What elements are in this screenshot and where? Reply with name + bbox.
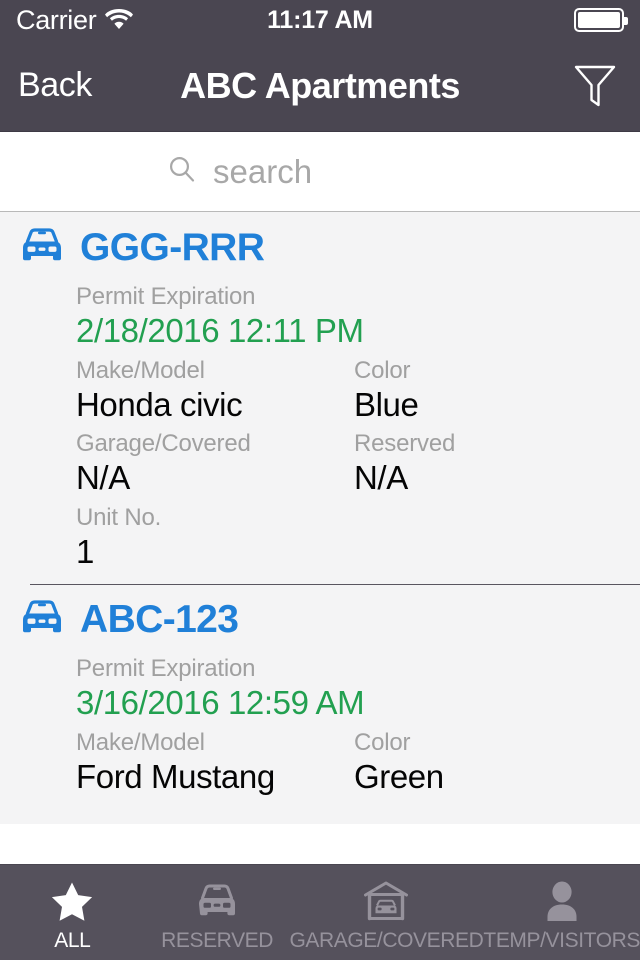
vehicle-fields: Permit Expiration 2/18/2016 12:11 PM Mak… bbox=[0, 282, 640, 576]
search-input[interactable] bbox=[213, 152, 473, 191]
license-plate: GGG-RRR bbox=[80, 226, 265, 269]
garage-covered-field: Garage/Covered N/A bbox=[76, 429, 354, 503]
status-bar: Carrier 11:17 AM bbox=[0, 0, 640, 40]
search-bar[interactable] bbox=[0, 132, 640, 212]
page-title: ABC Apartments bbox=[180, 64, 460, 106]
make-color-row: Make/Model Ford Mustang Color Green bbox=[76, 728, 640, 802]
car-front-icon bbox=[18, 599, 66, 642]
vehicle-fields: Permit Expiration 3/16/2016 12:59 AM Mak… bbox=[0, 654, 640, 801]
color-field: Color Green bbox=[354, 728, 632, 802]
permit-expiration-value: 3/16/2016 12:59 AM bbox=[76, 684, 365, 722]
color-field: Color Blue bbox=[354, 356, 632, 430]
carrier-label: Carrier bbox=[16, 4, 97, 35]
color-value: Blue bbox=[354, 385, 419, 423]
back-button[interactable]: Back bbox=[18, 66, 92, 105]
make-model-field: Make/Model Honda civic bbox=[76, 356, 354, 430]
color-label: Color bbox=[354, 728, 411, 756]
unit-no-label: Unit No. bbox=[76, 503, 162, 531]
status-bar-left: Carrier bbox=[16, 5, 134, 36]
garage-icon bbox=[364, 879, 409, 923]
reserved-label: Reserved bbox=[354, 430, 456, 458]
vehicle-card-header: GGG-RRR bbox=[0, 226, 640, 270]
vehicle-card-header: ABC-123 bbox=[0, 598, 640, 642]
star-icon bbox=[51, 879, 93, 923]
status-bar-right bbox=[574, 8, 628, 32]
reserved-field: Reserved N/A bbox=[354, 429, 632, 503]
person-icon bbox=[542, 879, 582, 923]
garage-reserved-row: Garage/Covered N/A Reserved N/A bbox=[76, 429, 640, 503]
tab-temp-visitors[interactable]: TEMP/VISITORS bbox=[483, 865, 640, 960]
tab-label-reserved: RESERVED bbox=[161, 928, 274, 952]
permit-expiration-label: Permit Expiration bbox=[76, 655, 256, 683]
make-model-label: Make/Model bbox=[76, 356, 205, 384]
search-icon bbox=[167, 154, 197, 189]
make-model-field: Make/Model Ford Mustang bbox=[76, 728, 354, 802]
car-front-icon bbox=[18, 227, 66, 270]
tab-all[interactable]: ALL bbox=[0, 865, 145, 960]
tab-label-all: ALL bbox=[54, 928, 91, 952]
unit-no-value: 1 bbox=[76, 532, 94, 570]
tab-label-garage-covered: GARAGE/COVERED bbox=[289, 928, 484, 952]
color-label: Color bbox=[354, 356, 411, 384]
tab-bar: ALL RESERVED GARAGE/COVERED TEMP/VISITOR… bbox=[0, 864, 640, 960]
search-inner bbox=[167, 152, 473, 191]
garage-covered-value: N/A bbox=[76, 459, 130, 497]
tab-garage-covered[interactable]: GARAGE/COVERED bbox=[289, 865, 484, 960]
make-model-label: Make/Model bbox=[76, 728, 205, 756]
filter-funnel-icon[interactable] bbox=[568, 59, 622, 113]
permit-expiration-label: Permit Expiration bbox=[76, 283, 256, 310]
make-model-value: Ford Mustang bbox=[76, 757, 275, 795]
make-model-value: Honda civic bbox=[76, 385, 243, 423]
reserved-value: N/A bbox=[354, 459, 408, 497]
nav-bar: Back ABC Apartments bbox=[0, 40, 640, 132]
wifi-icon bbox=[104, 6, 134, 35]
garage-covered-label: Garage/Covered bbox=[76, 430, 251, 458]
make-color-row: Make/Model Honda civic Color Blue bbox=[76, 356, 640, 430]
vehicle-card[interactable]: GGG-RRR Permit Expiration 2/18/2016 12:1… bbox=[0, 212, 640, 584]
license-plate: ABC-123 bbox=[80, 598, 239, 642]
unit-row: Unit No. 1 bbox=[76, 503, 640, 577]
permit-expiration-value: 2/18/2016 12:11 PM bbox=[76, 312, 364, 350]
tab-reserved[interactable]: RESERVED bbox=[145, 865, 290, 960]
app-root: Carrier 11:17 AM Back ABC Apartments sea… bbox=[0, 0, 640, 960]
vehicle-list[interactable]: GGG-RRR Permit Expiration 2/18/2016 12:1… bbox=[0, 212, 640, 824]
unit-no-field: Unit No. 1 bbox=[76, 503, 354, 577]
vehicle-card[interactable]: ABC-123 Permit Expiration 3/16/2016 12:5… bbox=[0, 584, 640, 809]
color-value: Green bbox=[354, 757, 444, 795]
battery-full-icon bbox=[574, 8, 628, 32]
car-icon bbox=[193, 879, 241, 923]
tab-label-temp-visitors: TEMP/VISITORS bbox=[483, 928, 640, 952]
